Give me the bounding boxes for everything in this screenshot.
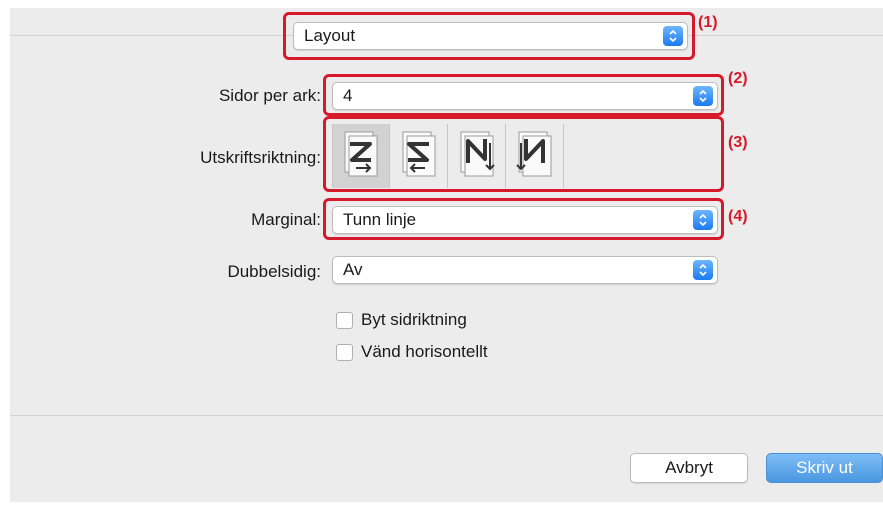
flip-horizontally-checkbox-row[interactable]: Vänd horisontellt (336, 342, 488, 362)
callout-4-number: (4) (728, 208, 748, 225)
flip-horizontally-checkbox[interactable] (336, 343, 353, 361)
callout-3-frame (323, 116, 724, 192)
pages-per-sheet-label: Sidor per ark: (218, 86, 321, 105)
two-sided-label: Dubbelsidig: (227, 262, 321, 281)
callout-2-frame (323, 74, 724, 116)
layout-direction-label: Utskriftsriktning: (200, 148, 321, 167)
cancel-button[interactable]: Avbryt (630, 453, 748, 483)
flip-horizontally-label: Vänd horisontellt (361, 342, 488, 361)
border-label: Marginal: (251, 210, 321, 229)
chevron-updown-icon (693, 260, 713, 280)
callout-3-number: (3) (728, 134, 748, 151)
bottom-separator (10, 415, 883, 416)
reverse-orientation-checkbox[interactable] (336, 311, 353, 329)
reverse-orientation-label: Byt sidriktning (361, 310, 467, 329)
two-sided-popup[interactable]: Av (332, 256, 718, 284)
two-sided-value: Av (343, 260, 363, 279)
callout-2-number: (2) (728, 70, 748, 87)
callout-1-frame (283, 12, 695, 60)
callout-1-number: (1) (698, 14, 718, 31)
print-button[interactable]: Skriv ut (766, 453, 883, 483)
callout-4-frame (323, 198, 724, 240)
reverse-orientation-checkbox-row[interactable]: Byt sidriktning (336, 310, 467, 330)
